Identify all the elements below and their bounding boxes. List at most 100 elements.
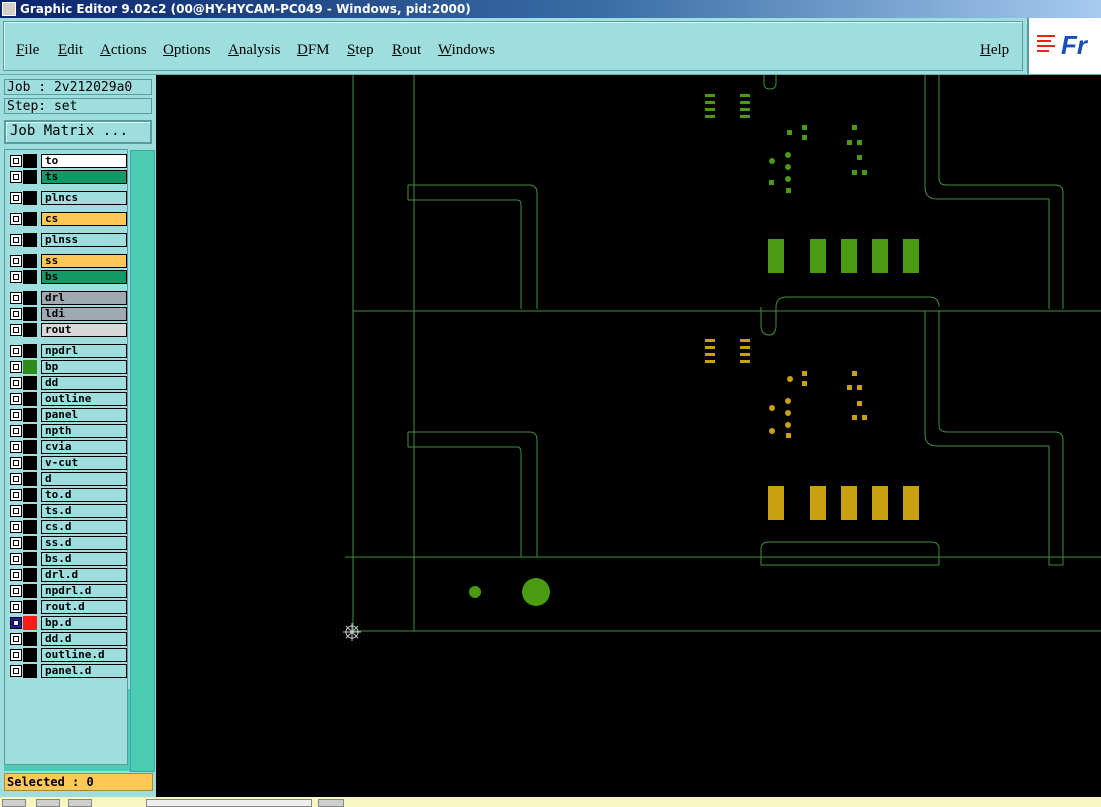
layer-row-bp-d[interactable]: bp.d: [9, 616, 127, 630]
layer-checkbox[interactable]: [10, 393, 22, 405]
layer-row-rout-d[interactable]: rout.d: [9, 600, 127, 614]
pcb-drawing[interactable]: [157, 75, 1101, 797]
layer-row-ss-d[interactable]: ss.d: [9, 536, 127, 550]
layer-name[interactable]: ldi: [41, 307, 127, 321]
layer-name[interactable]: panel.d: [41, 664, 127, 678]
layer-row-rout[interactable]: rout: [9, 323, 127, 337]
menu-rout[interactable]: Rout: [392, 42, 421, 59]
layer-name[interactable]: rout: [41, 323, 127, 337]
command-input[interactable]: [146, 799, 312, 807]
layer-row-cs-d[interactable]: cs.d: [9, 520, 127, 534]
layer-name[interactable]: outline: [41, 392, 127, 406]
layer-row-panel-d[interactable]: panel.d: [9, 664, 127, 678]
layer-checkbox[interactable]: [10, 234, 22, 246]
layer-checkbox[interactable]: [10, 377, 22, 389]
menu-dfm[interactable]: DFM: [297, 42, 330, 59]
layer-checkbox[interactable]: [10, 585, 22, 597]
layer-name[interactable]: rout.d: [41, 600, 127, 614]
layer-checkbox[interactable]: [10, 473, 22, 485]
layer-color-swatch[interactable]: [23, 212, 37, 226]
layer-name[interactable]: ss: [41, 254, 127, 268]
layer-color-swatch[interactable]: [23, 600, 37, 614]
toolbar-button[interactable]: [68, 799, 92, 807]
layer-color-swatch[interactable]: [23, 632, 37, 646]
layer-name[interactable]: plncs: [41, 191, 127, 205]
layer-checkbox[interactable]: [10, 489, 22, 501]
layer-row-bs[interactable]: bs: [9, 270, 127, 284]
layer-row-plnss[interactable]: plnss: [9, 233, 127, 247]
layer-checkbox[interactable]: [10, 292, 22, 304]
layer-row-npdrl-d[interactable]: npdrl.d: [9, 584, 127, 598]
layer-color-swatch[interactable]: [23, 536, 37, 550]
layer-row-dd-d[interactable]: dd.d: [9, 632, 127, 646]
layer-color-swatch[interactable]: [23, 408, 37, 422]
layer-name[interactable]: plnss: [41, 233, 127, 247]
layer-name[interactable]: to.d: [41, 488, 127, 502]
layer-name[interactable]: cs.d: [41, 520, 127, 534]
layer-row-v-cut[interactable]: v-cut: [9, 456, 127, 470]
layer-row-to[interactable]: to: [9, 154, 127, 168]
layer-checkbox[interactable]: [10, 537, 22, 549]
layer-name[interactable]: ss.d: [41, 536, 127, 550]
layer-color-swatch[interactable]: [23, 307, 37, 321]
layer-checkbox[interactable]: [10, 665, 22, 677]
layer-color-swatch[interactable]: [23, 392, 37, 406]
layer-color-swatch[interactable]: [23, 520, 37, 534]
layer-color-swatch[interactable]: [23, 191, 37, 205]
menu-options[interactable]: Options: [163, 42, 211, 59]
layer-checkbox[interactable]: [10, 308, 22, 320]
layer-color-swatch[interactable]: [23, 456, 37, 470]
layer-checkbox[interactable]: [10, 649, 22, 661]
layer-color-swatch[interactable]: [23, 504, 37, 518]
layer-row-bs-d[interactable]: bs.d: [9, 552, 127, 566]
layer-name[interactable]: npdrl.d: [41, 584, 127, 598]
layer-color-swatch[interactable]: [23, 291, 37, 305]
layer-name[interactable]: bp: [41, 360, 127, 374]
layer-name[interactable]: npth: [41, 424, 127, 438]
layer-name[interactable]: npdrl: [41, 344, 127, 358]
layer-checkbox[interactable]: [10, 192, 22, 204]
layer-name[interactable]: drl.d: [41, 568, 127, 582]
menu-analysis[interactable]: Analysis: [228, 42, 281, 59]
layer-row-dd[interactable]: dd: [9, 376, 127, 390]
layer-color-swatch[interactable]: [23, 584, 37, 598]
layer-checkbox[interactable]: [10, 171, 22, 183]
layer-color-swatch[interactable]: [23, 233, 37, 247]
layer-row-cvia[interactable]: cvia: [9, 440, 127, 454]
layer-name[interactable]: to: [41, 154, 127, 168]
layer-checkbox[interactable]: [10, 441, 22, 453]
layer-name[interactable]: ts: [41, 170, 127, 184]
layer-checkbox[interactable]: [10, 569, 22, 581]
layer-color-swatch[interactable]: [23, 154, 37, 168]
graphic-canvas[interactable]: [157, 75, 1101, 797]
layer-row-plncs[interactable]: plncs: [9, 191, 127, 205]
app-icon[interactable]: [2, 2, 16, 16]
layer-color-swatch[interactable]: [23, 440, 37, 454]
layer-name[interactable]: bs: [41, 270, 127, 284]
layer-row-ss[interactable]: ss: [9, 254, 127, 268]
layer-checkbox[interactable]: [10, 155, 22, 167]
layer-color-swatch[interactable]: [23, 488, 37, 502]
layer-checkbox[interactable]: [10, 617, 22, 629]
layer-name[interactable]: v-cut: [41, 456, 127, 470]
layer-color-swatch[interactable]: [23, 424, 37, 438]
layer-row-cs[interactable]: cs: [9, 212, 127, 226]
layer-color-swatch[interactable]: [23, 323, 37, 337]
layer-checkbox[interactable]: [10, 425, 22, 437]
menu-edit[interactable]: Edit: [58, 42, 83, 59]
layer-color-swatch[interactable]: [23, 360, 37, 374]
layer-row-outline[interactable]: outline: [9, 392, 127, 406]
layer-row-ldi[interactable]: ldi: [9, 307, 127, 321]
layer-checkbox[interactable]: [10, 521, 22, 533]
layer-name[interactable]: outline.d: [41, 648, 127, 662]
layer-color-swatch[interactable]: [23, 254, 37, 268]
layer-name[interactable]: cvia: [41, 440, 127, 454]
layer-color-swatch[interactable]: [23, 568, 37, 582]
layer-row-ts-d[interactable]: ts.d: [9, 504, 127, 518]
layer-name[interactable]: d: [41, 472, 127, 486]
layer-checkbox[interactable]: [10, 271, 22, 283]
layer-checkbox[interactable]: [10, 633, 22, 645]
menu-windows[interactable]: Windows: [438, 42, 495, 59]
job-matrix-button[interactable]: Job Matrix ...: [4, 120, 152, 144]
layer-checkbox[interactable]: [10, 457, 22, 469]
